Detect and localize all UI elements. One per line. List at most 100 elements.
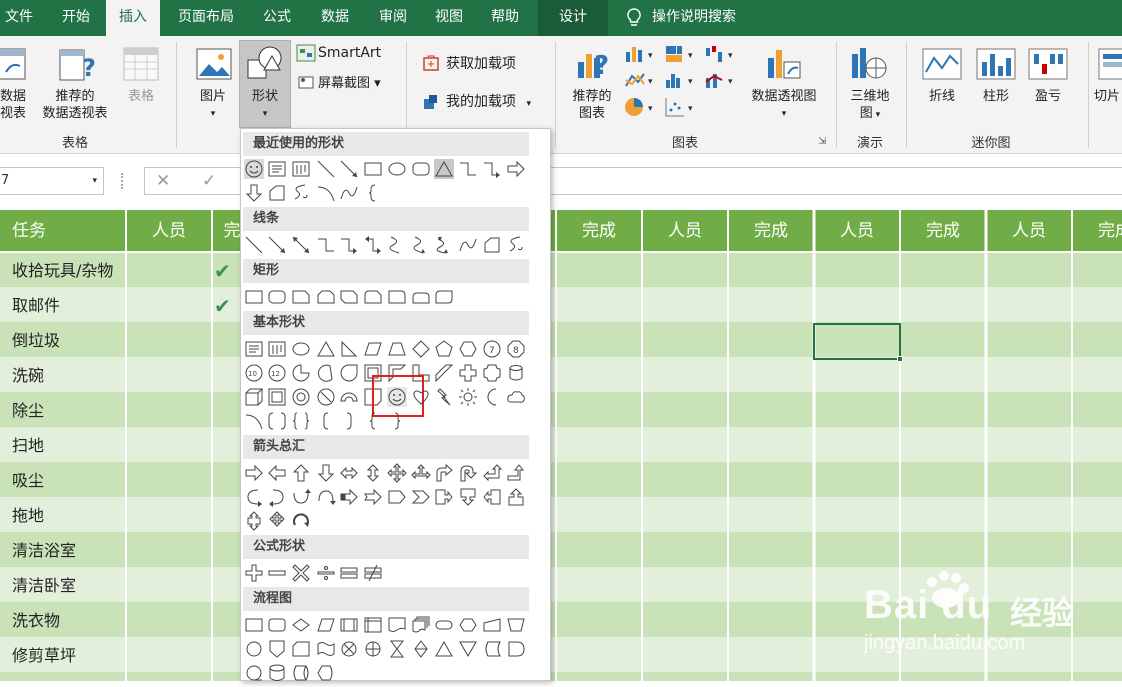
- circular-arrow-icon[interactable]: [291, 511, 311, 531]
- task-cell[interactable]: 取邮件: [0, 289, 60, 323]
- down-arrow-icon[interactable]: [316, 463, 336, 483]
- scribble-icon[interactable]: [506, 235, 526, 255]
- bevel-icon[interactable]: [267, 387, 287, 407]
- rounded-rectangle-icon[interactable]: [411, 159, 431, 179]
- flowchart-sequential-storage-icon[interactable]: [244, 663, 264, 683]
- arrow-line-icon[interactable]: [339, 159, 359, 179]
- tab-help[interactable]: 帮助: [480, 0, 530, 36]
- pentagon-icon[interactable]: [434, 339, 454, 359]
- chord-icon[interactable]: [316, 363, 336, 383]
- can-icon[interactable]: [506, 363, 526, 383]
- flowchart-decision-icon[interactable]: [291, 615, 311, 635]
- heptagon-icon[interactable]: 7: [482, 339, 502, 359]
- arrow-line-icon[interactable]: [267, 235, 287, 255]
- oval-icon[interactable]: [387, 159, 407, 179]
- header-done[interactable]: 完成: [900, 210, 986, 252]
- header-person[interactable]: 人员: [986, 210, 1072, 252]
- cancel-icon[interactable]: ✕: [156, 171, 170, 191]
- line-chart-icon[interactable]: ▾: [624, 70, 658, 94]
- u-turn-arrow-icon[interactable]: [458, 463, 478, 483]
- curve-icon[interactable]: [458, 235, 478, 255]
- flowchart-process-icon[interactable]: [244, 615, 264, 635]
- get-addins-button[interactable]: 获取加载项: [446, 56, 516, 73]
- flowchart-direct-access-storage-icon[interactable]: [291, 663, 311, 683]
- slicer-button[interactable]: 切片: [1094, 88, 1122, 105]
- rectangle-icon[interactable]: [244, 287, 264, 307]
- double-brace-icon[interactable]: [291, 411, 311, 431]
- scribble-icon[interactable]: [291, 183, 311, 203]
- flowchart-punched-tape-icon[interactable]: [316, 639, 336, 659]
- header-done[interactable]: 完成: [556, 210, 642, 252]
- parallelogram-icon[interactable]: [363, 339, 383, 359]
- divide-icon[interactable]: [316, 563, 336, 583]
- task-cell[interactable]: 修剪草坪: [0, 639, 76, 673]
- cloud-icon[interactable]: [506, 387, 526, 407]
- flowchart-multidocument-icon[interactable]: [411, 615, 431, 635]
- triangle-icon[interactable]: [316, 339, 336, 359]
- sparkline-column-button[interactable]: 柱形: [972, 88, 1020, 105]
- smartart-button[interactable]: SmartArt: [318, 45, 381, 62]
- curved-left-arrow-icon[interactable]: [267, 487, 287, 507]
- tab-view[interactable]: 视图: [424, 0, 474, 36]
- tab-data[interactable]: 数据: [310, 0, 360, 36]
- header-person[interactable]: 人员: [126, 210, 212, 252]
- right-bracket-icon[interactable]: [339, 411, 359, 431]
- heart-icon[interactable]: [411, 387, 431, 407]
- down-arrow-callout-icon[interactable]: [458, 487, 478, 507]
- left-right-arrow-icon[interactable]: [339, 463, 359, 483]
- elbow-connector-icon[interactable]: [458, 159, 478, 179]
- 3d-map-button[interactable]: 三维地 图 ▾: [842, 88, 898, 124]
- snip-round-rectangle-icon[interactable]: [363, 287, 383, 307]
- snip-diagonal-rectangle-icon[interactable]: [339, 287, 359, 307]
- rectangle-icon[interactable]: [363, 159, 383, 179]
- flowchart-extract-icon[interactable]: [434, 639, 454, 659]
- cube-icon[interactable]: [244, 387, 264, 407]
- multiply-icon[interactable]: [291, 563, 311, 583]
- scatter-chart-icon[interactable]: ▾: [664, 96, 698, 122]
- block-arc-icon[interactable]: [339, 387, 359, 407]
- moon-icon[interactable]: [482, 387, 502, 407]
- diamond-icon[interactable]: [411, 339, 431, 359]
- flowchart-offpage-connector-icon[interactable]: [267, 639, 287, 659]
- curved-down-arrow-icon[interactable]: [316, 487, 336, 507]
- curved-right-arrow-icon[interactable]: [244, 487, 264, 507]
- flowchart-delay-icon[interactable]: [506, 639, 526, 659]
- diagonal-stripe-icon[interactable]: [434, 363, 454, 383]
- task-cell[interactable]: 吸尘: [0, 464, 44, 498]
- picture-button[interactable]: 图片: [192, 88, 234, 105]
- flowchart-sort-icon[interactable]: [411, 639, 431, 659]
- flowchart-stored-data-icon[interactable]: [482, 639, 502, 659]
- bent-arrow-icon[interactable]: [434, 463, 454, 483]
- flowchart-manual-operation-icon[interactable]: [506, 615, 526, 635]
- flowchart-card-icon[interactable]: [291, 639, 311, 659]
- pie-icon[interactable]: [291, 363, 311, 383]
- smiley-face-icon[interactable]: [244, 159, 264, 179]
- up-down-arrow-callout-icon[interactable]: [244, 511, 264, 531]
- elbow-arrow-connector-icon[interactable]: [482, 159, 502, 179]
- quad-arrow-callout-icon[interactable]: [267, 511, 287, 531]
- oval-icon[interactable]: [291, 339, 311, 359]
- task-cell[interactable]: 清洁卧室: [0, 569, 76, 603]
- plaque-icon[interactable]: [482, 363, 502, 383]
- flowchart-or-icon[interactable]: [363, 639, 383, 659]
- flowchart-summing-junction-icon[interactable]: [339, 639, 359, 659]
- fill-handle[interactable]: [897, 356, 903, 362]
- task-cell[interactable]: 洗碗: [0, 359, 44, 393]
- decagon-icon[interactable]: 10: [244, 363, 264, 383]
- up-arrow-icon[interactable]: [291, 463, 311, 483]
- flowchart-alternate-process-icon[interactable]: [267, 615, 287, 635]
- column-chart-icon[interactable]: ▾: [624, 44, 658, 68]
- flowchart-connector-icon[interactable]: [244, 639, 264, 659]
- text-box-icon[interactable]: [244, 339, 264, 359]
- left-right-up-arrow-icon[interactable]: [411, 463, 431, 483]
- task-cell[interactable]: 洗衣物: [0, 604, 60, 638]
- snip-same-side-rectangle-icon[interactable]: [316, 287, 336, 307]
- vertical-text-box-icon[interactable]: [291, 159, 311, 179]
- round-corner-rectangle-icon[interactable]: [387, 287, 407, 307]
- pie-chart-icon[interactable]: ▾: [624, 96, 658, 122]
- flowchart-manual-input-icon[interactable]: [482, 615, 502, 635]
- brace-icon[interactable]: [363, 183, 383, 203]
- header-person[interactable]: 人员: [642, 210, 728, 252]
- bent-up-arrow-icon[interactable]: [506, 463, 526, 483]
- hexagon-icon[interactable]: [458, 339, 478, 359]
